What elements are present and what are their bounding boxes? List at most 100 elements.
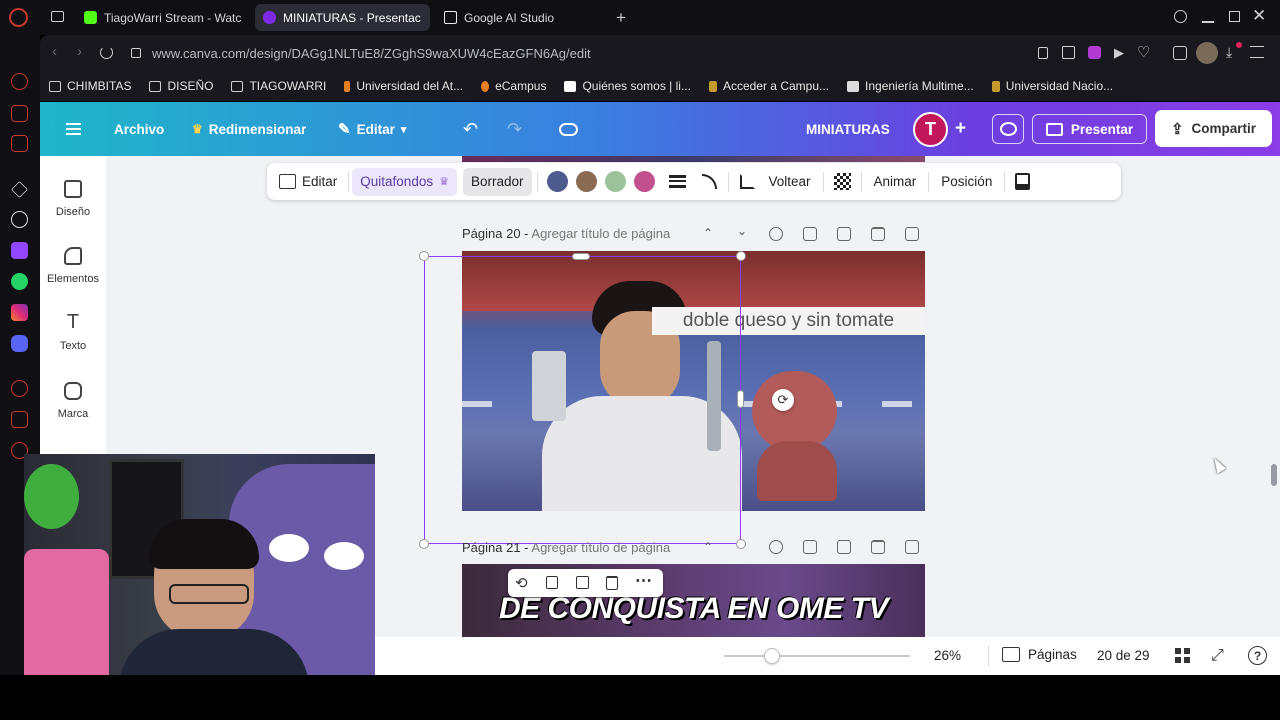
comments-button[interactable] (992, 114, 1024, 144)
delete-page-icon[interactable] (871, 227, 885, 241)
instagram-icon[interactable] (11, 304, 28, 321)
presentar-button[interactable]: Presentar (1032, 114, 1147, 144)
bookmark-folder[interactable]: CHIMBITAS (40, 79, 140, 93)
sidebar-item-elementos[interactable]: Elementos (40, 247, 106, 285)
lock-page-icon[interactable] (803, 227, 817, 241)
color-swatch[interactable] (604, 171, 626, 192)
zoom-level[interactable]: 26% (934, 648, 961, 663)
chevron-up-icon[interactable]: ⌃ (703, 540, 713, 554)
sidebar-item-diseno[interactable]: Diseño (40, 180, 106, 218)
compartir-button[interactable]: ⇪ Compartir (1155, 110, 1272, 147)
cloud-saved-icon[interactable] (559, 102, 578, 156)
player-icon[interactable] (11, 380, 28, 397)
design-title[interactable]: MINIATURAS (806, 102, 890, 156)
hide-page-icon[interactable] (769, 540, 783, 554)
fullscreen-icon[interactable]: ⤢ (1211, 647, 1224, 665)
canvas-scrollbar[interactable] (1271, 464, 1277, 486)
border-style-icon[interactable] (659, 168, 696, 196)
chatgpt-icon[interactable] (11, 211, 28, 228)
downloads-icon[interactable]: ⤓ (1226, 44, 1232, 61)
selection-handle[interactable] (737, 390, 744, 408)
grid-view-icon[interactable] (1175, 648, 1190, 663)
quitafondos-button[interactable]: Quitafondos ♛ (352, 167, 457, 196)
bookmark-folder[interactable]: TIAGOWARRI (222, 79, 335, 93)
player-play-icon[interactable]: ▶ (1114, 45, 1124, 61)
url-field[interactable]: www.canva.com/design/DAGg1NLTuE8/ZGghS9w… (152, 40, 1032, 66)
sidebar-item-texto[interactable]: T Texto (40, 312, 106, 352)
color-swatch[interactable] (575, 171, 597, 192)
add-collaborator-plus-icon[interactable]: + (955, 102, 966, 156)
bookmark-link[interactable]: Universidad Nacio... (983, 79, 1122, 93)
paginas-button[interactable]: Páginas (1002, 647, 1077, 662)
bookmark-link[interactable]: eCampus (472, 79, 555, 93)
sidebar-item-marca[interactable]: Marca (40, 382, 106, 420)
more-options-icon[interactable]: ⋯ (635, 571, 652, 591)
tab-kick-stream[interactable]: TiagoWarri Stream - Watc (76, 4, 252, 31)
delete-icon[interactable] (606, 576, 618, 590)
whatsapp-icon[interactable] (11, 273, 28, 290)
profile-avatar[interactable] (1196, 42, 1218, 64)
discord-icon[interactable] (11, 335, 28, 352)
rotate-handle-icon[interactable]: ⟳ (772, 389, 794, 411)
duplicate-page-icon[interactable] (837, 227, 851, 241)
page-title-input[interactable]: Agregar título de página (531, 540, 670, 555)
workspace-icon[interactable] (51, 11, 64, 22)
forward-icon[interactable]: › (77, 43, 82, 60)
bookmark-link[interactable]: Ingeniería Multime... (838, 79, 983, 93)
page-counter[interactable]: 20 de 29 (1097, 648, 1150, 663)
crop-icon[interactable] (734, 168, 761, 196)
transparency-icon[interactable] (828, 168, 857, 196)
bookmark-folder[interactable]: DISEÑO (140, 79, 222, 93)
pin-icon[interactable] (1038, 47, 1048, 59)
new-tab-plus-icon[interactable]: + (616, 8, 626, 28)
color-swatch[interactable] (546, 171, 568, 192)
search-tabs-icon[interactable] (1174, 10, 1187, 23)
bookmark-link[interactable]: Acceder a Campu... (700, 79, 838, 93)
help-icon[interactable]: ? (1248, 646, 1267, 665)
editar-menu[interactable]: ✎ Editar ▾ (338, 102, 406, 156)
opera-logo-icon[interactable] (9, 8, 28, 27)
duplicate-page-icon[interactable] (837, 540, 851, 554)
animar-button[interactable]: Animar (866, 168, 925, 196)
color-swatch[interactable] (633, 171, 655, 192)
add-page-icon[interactable] (905, 227, 919, 241)
zoom-slider-track[interactable] (724, 655, 910, 657)
copy-style-icon[interactable] (1009, 168, 1036, 196)
chevron-up-icon[interactable]: ⌃ (703, 226, 713, 240)
redimensionar-button[interactable]: ♛ Redimensionar (192, 102, 306, 156)
lock-page-icon[interactable] (803, 540, 817, 554)
zoom-slider-thumb[interactable] (764, 648, 780, 664)
extensions-icon[interactable] (1173, 46, 1187, 60)
twitch-icon[interactable] (11, 242, 28, 259)
aria-icon[interactable] (11, 73, 28, 90)
vpn-shield-icon[interactable] (1088, 46, 1101, 59)
tab-google-ai-studio[interactable]: Google AI Studio (436, 4, 606, 31)
editar-image-button[interactable]: Editar (271, 168, 345, 196)
messenger-icon[interactable] (11, 135, 28, 152)
back-icon[interactable]: ‹ (52, 43, 57, 60)
close-window-icon[interactable]: ✕ (1252, 6, 1266, 26)
selection-handle[interactable] (572, 253, 590, 260)
lock-icon[interactable] (546, 576, 558, 589)
ai-tool-icon[interactable] (11, 181, 28, 198)
add-page-icon[interactable] (905, 540, 919, 554)
send-icon[interactable] (11, 411, 28, 428)
hamburger-menu-icon[interactable] (66, 102, 81, 156)
delete-page-icon[interactable] (871, 540, 885, 554)
menu-icon[interactable] (1250, 46, 1264, 58)
bookmark-link[interactable]: Quiénes somos | li... (555, 79, 700, 93)
replace-icon[interactable]: ⟲ (515, 574, 528, 592)
feed-icon[interactable] (11, 105, 28, 122)
selection-handle[interactable] (736, 539, 746, 549)
selection-handle[interactable] (736, 251, 746, 261)
reload-icon[interactable] (100, 46, 113, 59)
maximize-icon[interactable] (1229, 11, 1240, 22)
minimize-icon[interactable] (1202, 21, 1214, 23)
selection-handle[interactable] (419, 539, 429, 549)
undo-icon[interactable]: ↶ (463, 102, 478, 156)
hide-page-icon[interactable] (769, 227, 783, 241)
selection-box[interactable] (424, 256, 741, 544)
voltear-button[interactable]: Voltear (761, 168, 819, 196)
page-title-input[interactable]: Agregar título de página (531, 226, 670, 241)
archivo-menu[interactable]: Archivo (114, 102, 164, 156)
